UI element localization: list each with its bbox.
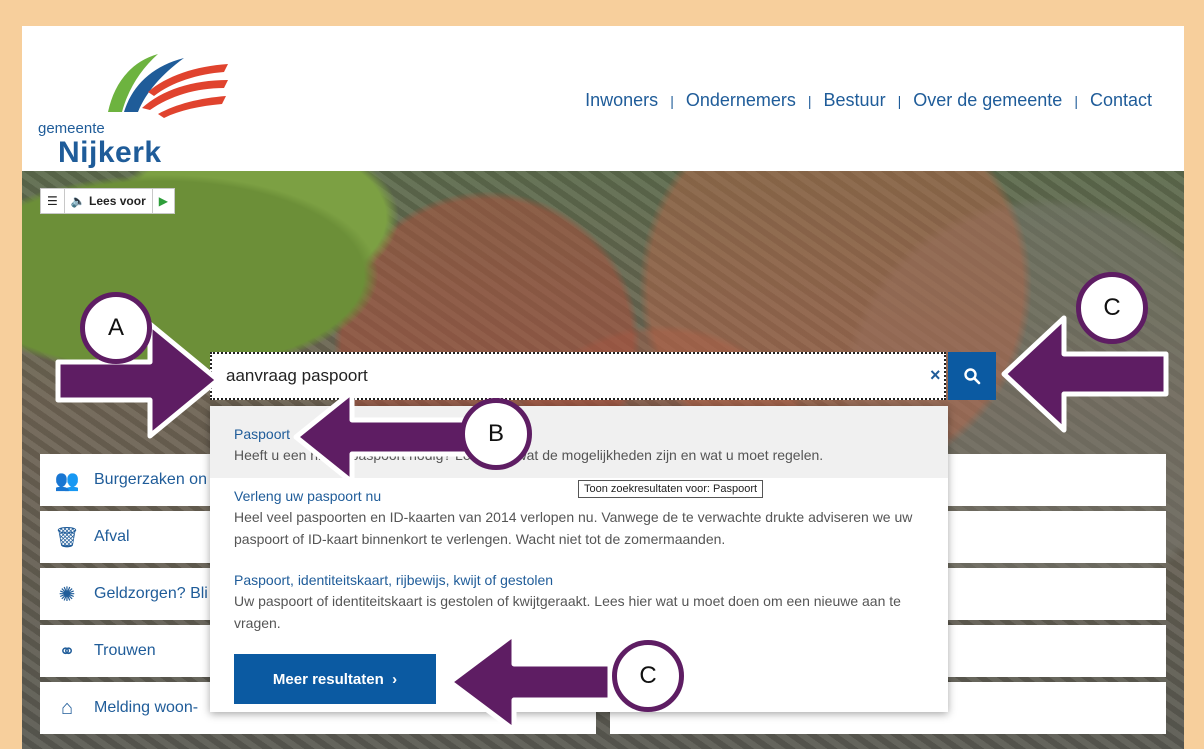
search-box: [210, 352, 946, 400]
main-nav: Inwoners | Ondernemers | Bestuur | Over …: [585, 90, 1152, 111]
speaker-icon: 🔈: [70, 194, 90, 208]
callout-c-top: C: [1076, 272, 1148, 344]
callout-c-bottom: C: [612, 640, 684, 712]
suggestion-desc: Uw paspoort of identiteitskaart is gesto…: [234, 593, 901, 631]
play-button[interactable]: ▶: [153, 189, 174, 213]
menu-button[interactable]: ☰: [41, 189, 65, 213]
search-input[interactable]: [212, 354, 944, 398]
trash-icon: 🗑: [54, 526, 80, 549]
play-icon: ▶: [158, 194, 168, 208]
more-results-button[interactable]: Meer resultaten ›: [234, 654, 436, 704]
nav-over-de-gemeente[interactable]: Over de gemeente: [913, 90, 1062, 111]
nav-inwoners[interactable]: Inwoners: [585, 90, 658, 111]
callout-b: B: [460, 398, 532, 470]
house-tree-icon: ⌂: [60, 696, 74, 719]
more-results-label: Meer resultaten: [272, 670, 384, 688]
read-aloud-label: Lees voor: [89, 194, 146, 208]
callout-b-label: B: [487, 420, 504, 447]
callout-a: A: [80, 292, 152, 364]
tile-label: Melding woon-: [94, 699, 199, 716]
suggestion-desc: Heel veel paspoorten en ID-kaarten van 2…: [234, 509, 913, 547]
site-logo[interactable]: gemeente Nijkerk: [38, 50, 238, 169]
tile-label: Burgerzaken on: [94, 471, 207, 488]
nav-separator: |: [670, 92, 674, 109]
callout-a-label: A: [107, 314, 124, 341]
clear-search-icon[interactable]: ×: [930, 365, 941, 386]
callout-c-top-label: C: [1103, 294, 1121, 321]
rings-icon: ⚭: [58, 640, 76, 663]
logo-text-small: gemeente: [38, 120, 105, 137]
suggestion-item[interactable]: Paspoort, identiteitskaart, rijbewijs, k…: [210, 570, 948, 634]
search-suggestions: Paspoort Heeft u een nieuw paspoort nodi…: [210, 406, 948, 712]
nav-ondernemers[interactable]: Ondernemers: [686, 90, 796, 111]
suggestion-desc: Heeft u een nieuw paspoort nodig? Lees h…: [234, 447, 824, 463]
hamburger-icon: ☰: [47, 194, 58, 208]
logo-flag-icon: [108, 54, 228, 118]
suggestion-title[interactable]: Paspoort: [234, 424, 924, 444]
tile-label: Afval: [94, 528, 130, 545]
search-button[interactable]: [948, 352, 996, 400]
suggestion-item[interactable]: Verleng uw paspoort nu Heel veel paspoor…: [210, 486, 948, 550]
suggestion-title[interactable]: Paspoort, identiteitskaart, rijbewijs, k…: [234, 570, 924, 590]
people-icon: 👥: [54, 469, 80, 492]
nav-separator: |: [897, 92, 902, 109]
browser-frame: gemeente Nijkerk Inwoners | Ondernemers …: [22, 26, 1184, 749]
money-icon: ✺: [58, 583, 76, 606]
nav-bestuur[interactable]: Bestuur: [824, 90, 886, 111]
tile-label: Geldzorgen? Bli: [94, 585, 208, 602]
nav-contact[interactable]: Contact: [1090, 90, 1152, 111]
read-aloud-button[interactable]: 🔈 Lees voor: [65, 189, 153, 213]
callout-c-bottom-label: C: [639, 662, 657, 689]
site-header: gemeente Nijkerk Inwoners | Ondernemers …: [22, 26, 1184, 171]
logo-text-big: Nijkerk: [58, 136, 162, 169]
nav-separator: |: [807, 92, 812, 109]
suggestion-item[interactable]: Paspoort Heeft u een nieuw paspoort nodi…: [210, 406, 948, 478]
nav-separator: |: [1074, 92, 1078, 109]
readspeaker-toolbar: ☰ 🔈 Lees voor ▶: [40, 188, 175, 214]
chevron-right-icon: ›: [383, 670, 398, 688]
search-icon: [964, 368, 981, 385]
suggestion-title[interactable]: Verleng uw paspoort nu: [234, 486, 924, 506]
tile-label: Trouwen: [94, 642, 156, 659]
